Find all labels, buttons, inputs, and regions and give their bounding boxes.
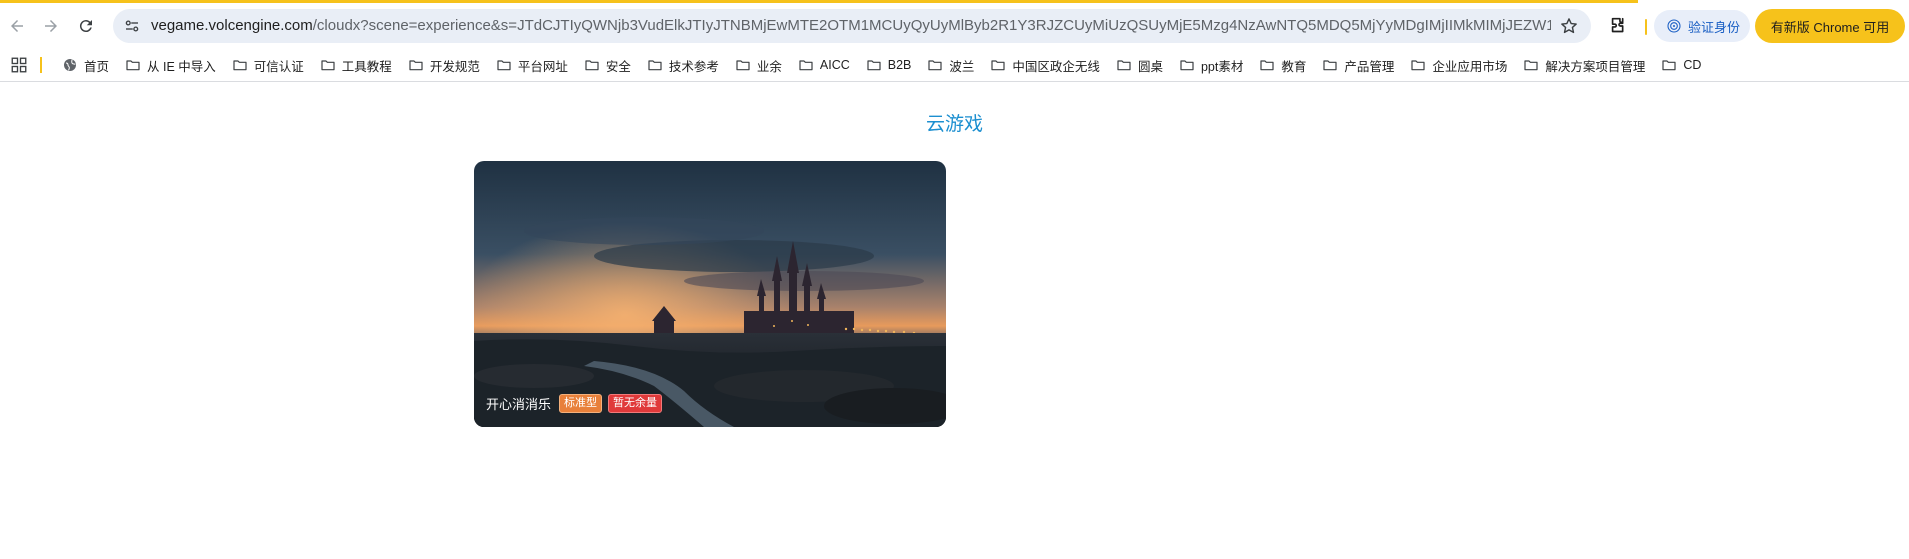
site-info-icon[interactable]: [123, 17, 141, 35]
bookmark-item[interactable]: 从 IE 中导入: [117, 51, 224, 79]
folder-icon: [799, 60, 813, 71]
bookmark-item[interactable]: 中国区政企无线: [982, 51, 1108, 79]
folder-icon: [1411, 60, 1425, 71]
bookmark-label: 中国区政企无线: [1012, 59, 1100, 74]
arrow-left-icon: [11, 20, 23, 32]
browser-toolbar: vegame.volcengine.com/cloudx?scene=exper…: [0, 3, 1909, 46]
bookmark-item[interactable]: B2B: [858, 51, 920, 79]
game-type-badge: 标准型: [559, 394, 603, 413]
bookmark-item[interactable]: ppt素材: [1171, 51, 1251, 79]
folder-icon: [497, 60, 511, 71]
bookmark-label: 可信认证: [253, 59, 304, 74]
bookmark-item[interactable]: 平台网址: [488, 51, 576, 79]
address-bar[interactable]: vegame.volcengine.com/cloudx?scene=exper…: [113, 9, 1591, 43]
url-domain: vegame.volcengine.com: [151, 17, 313, 34]
folder-icon: [867, 60, 881, 71]
bookmark-item[interactable]: 教育: [1251, 51, 1314, 79]
bookmark-item[interactable]: CD: [1653, 51, 1709, 79]
folder-icon: [991, 60, 1006, 71]
folder-icon: [233, 60, 247, 71]
folder-icon: [126, 60, 140, 71]
game-cover-image: [474, 161, 946, 427]
bookmark-label: ppt素材: [1200, 59, 1244, 74]
bookmark-item[interactable]: 工具教程: [312, 51, 400, 79]
bookmark-label: AICC: [819, 58, 850, 72]
folder-icon: [928, 60, 943, 71]
forward-button[interactable]: [36, 11, 66, 41]
folder-icon: [648, 60, 662, 71]
apps-grid-icon[interactable]: [10, 56, 28, 74]
bookmark-label: 工具教程: [341, 59, 392, 74]
folder-icon: [585, 60, 599, 71]
arrow-right-icon: [45, 20, 57, 32]
globe-icon: [64, 59, 76, 71]
game-card-footer: 开心消消乐 标准型 暂无余量: [486, 394, 663, 413]
bookmark-label: 开发规范: [429, 59, 480, 74]
bookmark-item[interactable]: 开发规范: [400, 51, 488, 79]
bookmark-label: 解决方案项目管理: [1545, 59, 1646, 74]
bookmark-item[interactable]: 圆桌: [1108, 51, 1171, 79]
bookmark-label: 技术参考: [668, 59, 719, 74]
bookmarks-bar: 首页 从 IE 中导入 可信认证 工具教程 开发规范 平台网址 安全 技术参考 业余 AICC B2…: [0, 48, 1909, 82]
bookmark-item[interactable]: 企业应用市场: [1402, 51, 1515, 79]
bookmark-star-icon[interactable]: [1559, 16, 1579, 36]
toolbar-divider: [1645, 19, 1647, 35]
bookmark-label: 企业应用市场: [1432, 59, 1508, 74]
bookmark-item[interactable]: 解决方案项目管理: [1515, 51, 1653, 79]
extensions-icon[interactable]: [1608, 15, 1630, 37]
back-button[interactable]: [2, 11, 32, 41]
bookmark-item[interactable]: 可信认证: [224, 51, 312, 79]
bookmark-item[interactable]: AICC: [790, 51, 858, 79]
bookmark-label: 教育: [1281, 59, 1307, 74]
folder-icon: [409, 60, 423, 71]
page-title: 云游戏: [925, 114, 983, 135]
profile-label: 验证身份: [1688, 19, 1741, 35]
folder-icon: [1260, 60, 1274, 71]
reload-icon: [79, 20, 92, 33]
bookmarks-separator: [40, 57, 42, 73]
folder-icon: [321, 60, 335, 71]
game-name: 开心消消乐: [486, 397, 552, 412]
folder-icon: [1180, 60, 1194, 71]
folder-icon: [1323, 60, 1337, 71]
game-status-badge: 暂无余量: [608, 394, 663, 413]
bookmark-item[interactable]: 技术参考: [639, 51, 727, 79]
folder-icon: [736, 60, 750, 71]
game-card[interactable]: 开心消消乐 标准型 暂无余量: [474, 161, 946, 427]
bookmark-item[interactable]: 波兰: [919, 51, 982, 79]
bookmark-item[interactable]: 业余: [727, 51, 790, 79]
bookmark-label: CD: [1683, 58, 1702, 72]
bookmark-item[interactable]: 安全: [576, 51, 639, 79]
bookmark-label: 波兰: [949, 59, 975, 74]
bookmark-label: 平台网址: [517, 59, 568, 74]
url-text[interactable]: vegame.volcengine.com/cloudx?scene=exper…: [151, 17, 1551, 35]
profile-verify-button[interactable]: 验证身份: [1654, 10, 1750, 42]
bookmark-label: 圆桌: [1137, 59, 1163, 74]
bookmark-label: 产品管理: [1344, 59, 1395, 74]
bookmark-list: 首页 从 IE 中导入 可信认证 工具教程 开发规范 平台网址 安全 技术参考 业余 AICC B2…: [54, 48, 1709, 82]
bookmark-label: 从 IE 中导入: [147, 59, 216, 74]
chrome-update-button[interactable]: 有新版 Chrome 可用: [1755, 9, 1905, 43]
folder-icon: [1662, 60, 1677, 71]
reload-button[interactable]: [71, 11, 101, 41]
bookmark-item[interactable]: 首页: [54, 51, 117, 79]
url-path: /cloudx?scene=experience&s=JTdCJTIyQWNjb…: [312, 17, 1551, 34]
bookmark-item[interactable]: 产品管理: [1314, 51, 1402, 79]
folder-icon: [1524, 60, 1538, 71]
folder-icon: [1117, 60, 1131, 71]
bookmark-label: B2B: [887, 58, 912, 72]
bookmark-label: 首页: [84, 59, 110, 74]
bookmark-label: 业余: [756, 59, 782, 74]
bookmark-label: 安全: [605, 59, 631, 74]
fingerprint-icon: [1667, 19, 1681, 33]
